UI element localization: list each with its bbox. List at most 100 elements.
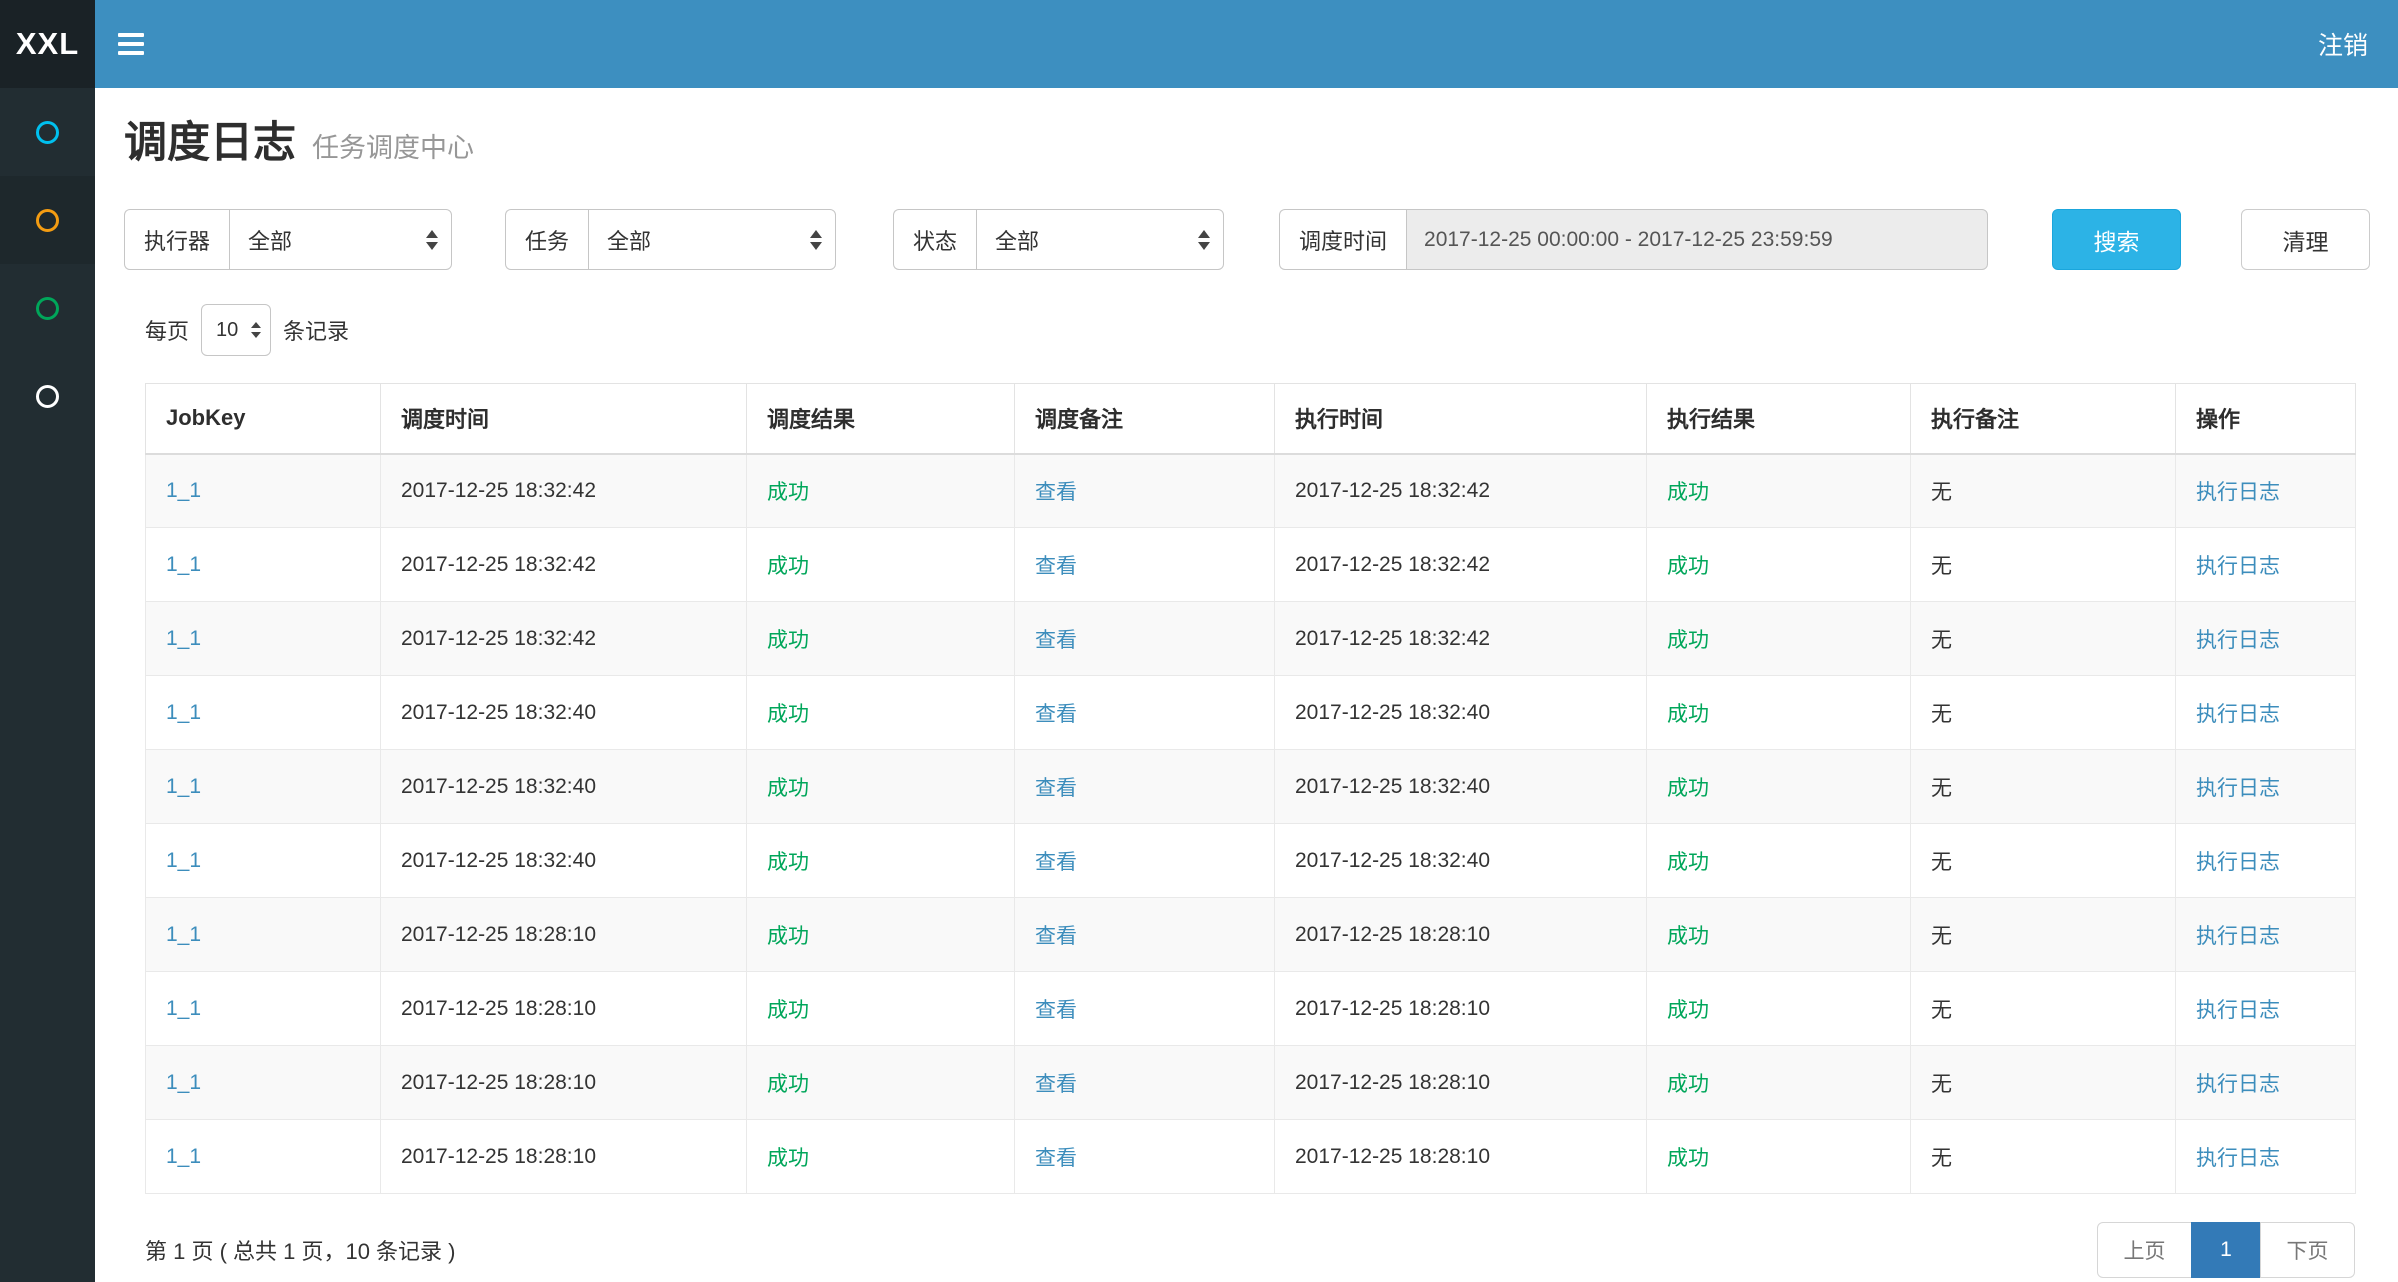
handle-result-text: 成功 [1667, 777, 1709, 800]
trigger-time-text: 2017-12-25 18:28:10 [401, 997, 596, 1020]
handle-msg-text: 无 [1931, 1073, 1952, 1096]
col-handle-result: 执行结果 [1647, 384, 1911, 454]
trigger-time-text: 2017-12-25 18:32:42 [401, 627, 596, 650]
next-page-button[interactable]: 下页 [2260, 1222, 2355, 1278]
trigger-time-text: 2017-12-25 18:32:40 [401, 775, 596, 798]
sidebar-item-executor-manage[interactable] [0, 352, 95, 440]
page-size-select[interactable]: 10 [201, 304, 271, 356]
handle-result-text: 成功 [1667, 629, 1709, 652]
table-row: 1_12017-12-25 18:32:40成功查看2017-12-25 18:… [146, 824, 2356, 898]
job-key-link[interactable]: 1_1 [166, 1145, 201, 1168]
trigger-time-text: 2017-12-25 18:32:40 [401, 849, 596, 872]
trigger-msg-link[interactable]: 查看 [1035, 1073, 1077, 1096]
exec-log-link[interactable]: 执行日志 [2196, 1147, 2280, 1170]
job-filter-select[interactable]: 全部 [588, 209, 836, 270]
trigger-msg-link[interactable]: 查看 [1035, 851, 1077, 874]
handle-time-text: 2017-12-25 18:32:42 [1295, 553, 1490, 576]
executor-filter-label: 执行器 [124, 209, 229, 270]
job-key-link[interactable]: 1_1 [166, 1071, 201, 1094]
handle-result-text: 成功 [1667, 1147, 1709, 1170]
table-row: 1_12017-12-25 18:28:10成功查看2017-12-25 18:… [146, 898, 2356, 972]
content-area: 调度日志 任务调度中心 执行器 全部 任务 全部 状态 全部 [95, 88, 2398, 1282]
status-filter-select[interactable]: 全部 [976, 209, 1224, 270]
search-button[interactable]: 搜索 [2052, 209, 2181, 270]
table-row: 1_12017-12-25 18:32:42成功查看2017-12-25 18:… [146, 454, 2356, 528]
handle-time-text: 2017-12-25 18:32:40 [1295, 775, 1490, 798]
time-range-input[interactable] [1406, 209, 1988, 270]
select-arrows-icon [251, 322, 261, 338]
log-table: JobKey 调度时间 调度结果 调度备注 执行时间 执行结果 执行备注 操作 … [145, 383, 2356, 1194]
executor-filter-group: 执行器 全部 [124, 209, 452, 270]
app-logo[interactable]: XXL [0, 0, 95, 88]
exec-log-link[interactable]: 执行日志 [2196, 999, 2280, 1022]
exec-log-link[interactable]: 执行日志 [2196, 851, 2280, 874]
handle-result-text: 成功 [1667, 555, 1709, 578]
executor-filter-value: 全部 [248, 224, 292, 256]
table-row: 1_1 2017-12-25 18:32:42 成功 查看 2017-12-25 18:… [146, 528, 2356, 602]
exec-log-link[interactable]: 执行日志 [2196, 777, 2280, 800]
status-filter-label: 状态 [893, 209, 976, 270]
trigger-time-text: 2017-12-25 18:28:10 [401, 1071, 596, 1094]
trigger-msg-link[interactable]: 查看 [1035, 555, 1077, 578]
trigger-msg-link[interactable]: 查看 [1035, 629, 1077, 652]
trigger-time-text: 2017-12-25 18:32:42 [401, 553, 596, 576]
exec-log-link[interactable]: 执行日志 [2196, 555, 2280, 578]
select-arrows-icon [426, 230, 438, 250]
clear-button[interactable]: 清理 [2241, 209, 2370, 270]
handle-msg-text: 无 [1931, 481, 1952, 504]
job-filter-group: 任务 全部 [505, 209, 836, 270]
trigger-msg-link[interactable]: 查看 [1035, 999, 1077, 1022]
circle-icon [36, 297, 59, 320]
col-handle-msg: 执行备注 [1911, 384, 2176, 454]
job-key-link[interactable]: 1_1 [166, 923, 201, 946]
executor-filter-select[interactable]: 全部 [229, 209, 452, 270]
trigger-msg-link[interactable]: 查看 [1035, 777, 1077, 800]
trigger-msg-link[interactable]: 查看 [1035, 925, 1077, 948]
trigger-result-text: 成功 [767, 629, 809, 652]
job-key-link[interactable]: 1_1 [166, 701, 201, 724]
trigger-time-text: 2017-12-25 18:32:40 [401, 701, 596, 724]
sidebar-item-job-manage[interactable] [0, 264, 95, 352]
job-key-link[interactable]: 1_1 [166, 479, 201, 502]
exec-log-link[interactable]: 执行日志 [2196, 629, 2280, 652]
sidebar-toggle-button[interactable] [95, 0, 167, 88]
sidebar-item-dashboard[interactable] [0, 88, 95, 176]
job-key-link[interactable]: 1_1 [166, 775, 201, 798]
job-key-link[interactable]: 1_1 [166, 627, 201, 650]
handle-time-text: 2017-12-25 18:28:10 [1295, 923, 1490, 946]
trigger-msg-link[interactable]: 查看 [1035, 703, 1077, 726]
handle-time-text: 2017-12-25 18:28:10 [1295, 1071, 1490, 1094]
trigger-result-text: 成功 [767, 1147, 809, 1170]
exec-log-link[interactable]: 执行日志 [2196, 703, 2280, 726]
pagination-info: 第 1 页 ( 总共 1 页，10 条记录 ) [145, 1234, 456, 1266]
select-arrows-icon [1198, 230, 1210, 250]
trigger-result-text: 成功 [767, 555, 809, 578]
table-footer: 第 1 页 ( 总共 1 页，10 条记录 ) 上页 1 下页 [145, 1222, 2355, 1278]
circle-icon [36, 385, 59, 408]
handle-msg-text: 无 [1931, 851, 1952, 874]
table-header-row: JobKey 调度时间 调度结果 调度备注 执行时间 执行结果 执行备注 操作 [146, 384, 2356, 454]
job-key-link[interactable]: 1_1 [166, 553, 201, 576]
handle-result-text: 成功 [1667, 925, 1709, 948]
exec-log-link[interactable]: 执行日志 [2196, 925, 2280, 948]
handle-time-text: 2017-12-25 18:28:10 [1295, 997, 1490, 1020]
handle-msg-text: 无 [1931, 703, 1952, 726]
trigger-msg-link[interactable]: 查看 [1035, 481, 1077, 504]
pagination: 上页 1 下页 [2097, 1222, 2355, 1278]
col-trigger-result: 调度结果 [747, 384, 1015, 454]
page-size-row: 每页 10 条记录 [145, 304, 2355, 356]
trigger-result-text: 成功 [767, 999, 809, 1022]
job-key-link[interactable]: 1_1 [166, 849, 201, 872]
job-key-link[interactable]: 1_1 [166, 997, 201, 1020]
filter-bar: 执行器 全部 任务 全部 状态 全部 调度时间 搜索 清理 [124, 209, 2370, 270]
exec-log-link[interactable]: 执行日志 [2196, 1073, 2280, 1096]
exec-log-link[interactable]: 执行日志 [2196, 481, 2280, 504]
sidebar-item-job-log[interactable] [0, 176, 95, 264]
prev-page-button[interactable]: 上页 [2097, 1222, 2192, 1278]
trigger-msg-link[interactable]: 查看 [1035, 1147, 1077, 1170]
page-1-button[interactable]: 1 [2191, 1222, 2261, 1278]
col-handle-time: 执行时间 [1275, 384, 1647, 454]
logout-link[interactable]: 注销 [2288, 0, 2398, 88]
handle-msg-text: 无 [1931, 1147, 1952, 1170]
col-trigger-msg: 调度备注 [1015, 384, 1275, 454]
